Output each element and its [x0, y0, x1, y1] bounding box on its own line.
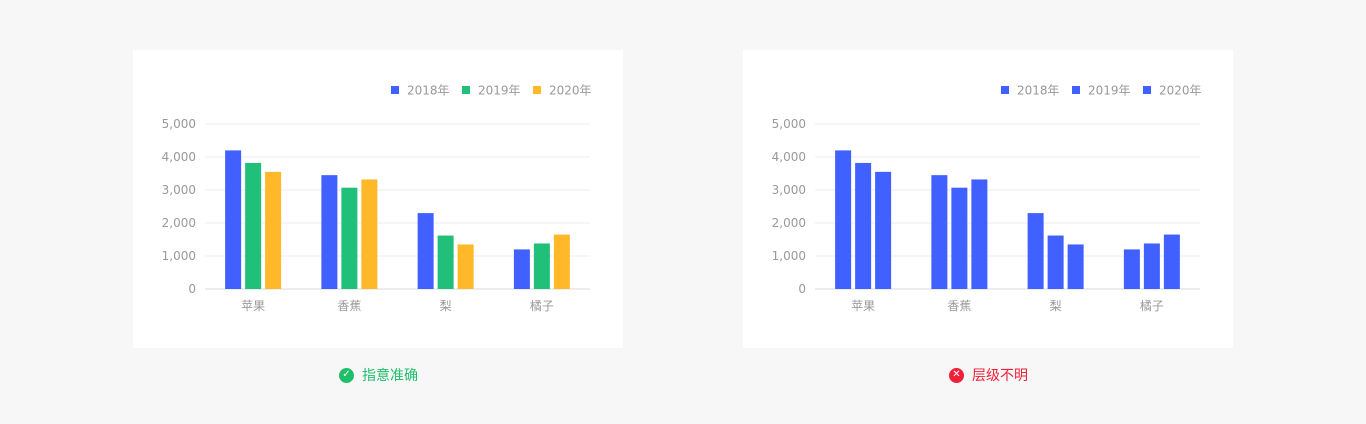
bar-1-2	[1047, 235, 1064, 289]
bar-0-2	[417, 213, 434, 289]
bar-chart-good: 0 1,000 2,000 3,000 4,000 5,000 苹果 香蕉 梨 橘子 2018年 20…	[162, 84, 592, 314]
legend-swatch	[1143, 86, 1151, 94]
legend-swatch	[1001, 86, 1009, 94]
bar-2-1	[971, 179, 988, 289]
legend-swatch	[533, 86, 541, 94]
legend-swatch	[462, 86, 470, 94]
y-tick-label: 2,000	[772, 216, 806, 230]
y-tick-label: 0	[798, 282, 806, 296]
y-tick-label: 0	[188, 282, 196, 296]
x-tick-label: 梨	[440, 299, 452, 313]
y-tick-label: 3,000	[772, 183, 806, 197]
bar-1-3	[533, 243, 550, 289]
bar-1-3	[1143, 243, 1160, 289]
legend-label: 2018年	[407, 84, 450, 98]
caption-bad: ✕ 层级不明	[949, 364, 1028, 386]
bar-0-1	[931, 175, 948, 289]
bar-1-1	[951, 187, 968, 289]
x-tick-label: 橘子	[530, 298, 554, 313]
bar-2-3	[1163, 234, 1180, 289]
bar-1-2	[437, 235, 454, 289]
x-tick-label: 苹果	[241, 299, 265, 313]
bar-0-0	[225, 150, 242, 289]
legend-label: 2020年	[1159, 84, 1202, 98]
x-tick-label: 梨	[1050, 299, 1062, 313]
x-tick-label: 香蕉	[947, 299, 971, 313]
legend-label: 2019年	[478, 84, 521, 98]
bar-2-2	[457, 244, 474, 289]
bar-0-2	[1027, 213, 1044, 289]
x-tick-label: 苹果	[851, 299, 875, 313]
y-tick-label: 5,000	[162, 117, 196, 131]
legend-swatch	[1072, 86, 1080, 94]
y-tick-label: 3,000	[162, 183, 196, 197]
bar-1-0	[855, 162, 872, 289]
bar-chart-bad: 0 1,000 2,000 3,000 4,000 5,000 苹果 香蕉 梨 橘子 2018年 20…	[772, 84, 1202, 314]
legend-swatch	[391, 86, 399, 94]
y-tick-label: 1,000	[162, 249, 196, 263]
check-circle-icon: ✓	[339, 367, 354, 383]
caption-good-text: 指意准确	[362, 368, 418, 384]
bar-2-0	[875, 171, 892, 289]
y-tick-label: 2,000	[162, 216, 196, 230]
x-tick-label: 香蕉	[337, 299, 361, 313]
close-circle-icon: ✕	[949, 367, 964, 383]
bar-0-3	[1123, 249, 1140, 289]
bar-2-2	[1067, 244, 1084, 289]
bar-0-1	[321, 175, 338, 289]
y-tick-label: 5,000	[772, 117, 806, 131]
legend-label: 2019年	[1088, 84, 1131, 98]
chart-card-bad: 0 1,000 2,000 3,000 4,000 5,000 苹果 香蕉 梨 橘子 2018年 20…	[743, 50, 1233, 348]
bar-1-0	[245, 162, 262, 289]
y-tick-label: 1,000	[772, 249, 806, 263]
caption-bad-text: 层级不明	[972, 368, 1028, 384]
caption-good: ✓ 指意准确	[339, 364, 418, 386]
y-tick-label: 4,000	[772, 150, 806, 164]
bar-2-3	[553, 234, 570, 289]
y-tick-label: 4,000	[162, 150, 196, 164]
bar-0-3	[513, 249, 530, 289]
x-tick-label: 橘子	[1140, 298, 1164, 313]
bar-2-1	[361, 179, 378, 289]
legend-label: 2020年	[549, 84, 592, 98]
legend-label: 2018年	[1017, 84, 1060, 98]
bar-0-0	[835, 150, 852, 289]
chart-card-good: 0 1,000 2,000 3,000 4,000 5,000 苹果 香蕉 梨 橘子 2018年 20…	[133, 50, 623, 348]
bar-1-1	[341, 187, 358, 289]
bar-2-0	[265, 171, 282, 289]
